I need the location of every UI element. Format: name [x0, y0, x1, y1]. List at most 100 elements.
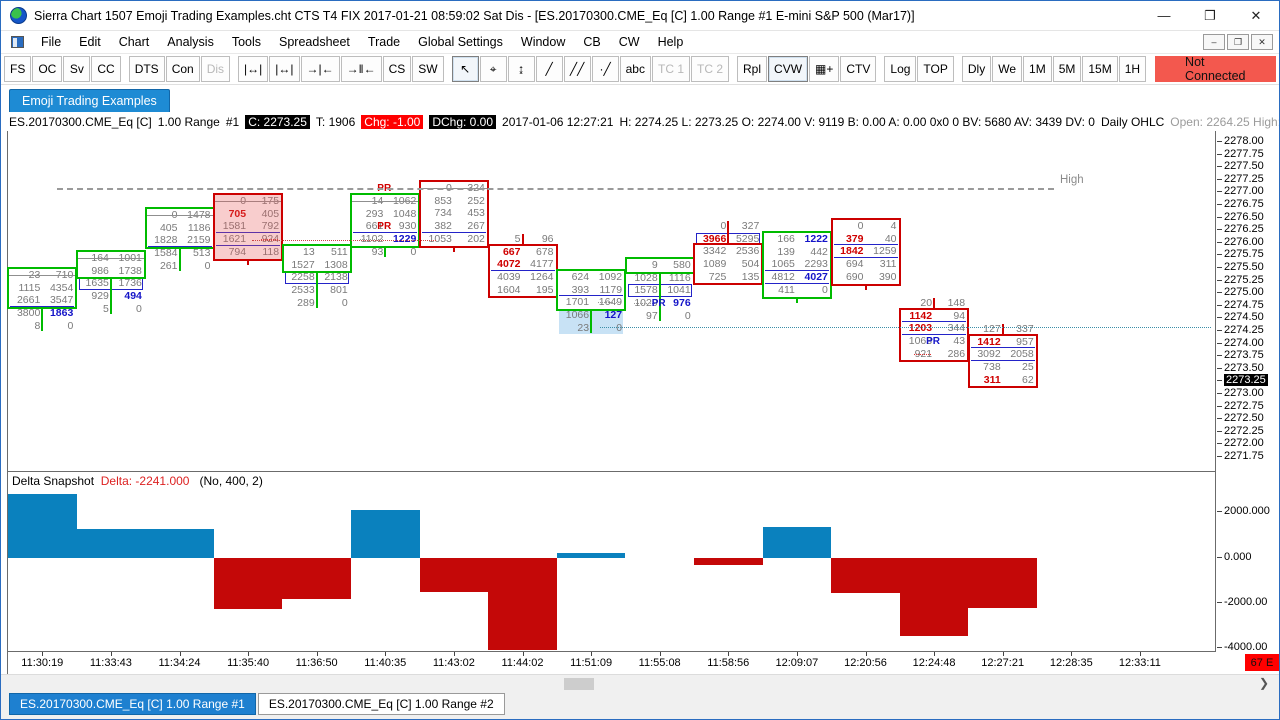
delta-scale-label: -2000.00 — [1224, 596, 1268, 608]
time-label: 12:33:11 — [1118, 657, 1161, 669]
delta-scale-label: 2000.000 — [1224, 505, 1270, 517]
time-tick — [728, 652, 730, 656]
price-tick — [1217, 204, 1222, 205]
time-label: 11:55:08 — [638, 657, 681, 669]
price-tick — [1217, 267, 1222, 268]
price-tick — [1217, 141, 1222, 142]
price-label: 2276.50 — [1224, 210, 1264, 223]
time-tick — [1071, 652, 1073, 656]
time-axis[interactable]: 11:30:19 11:33:43 11:34:24 11:35:40 11:36:50… — [7, 651, 1216, 674]
price-tick — [1217, 178, 1222, 180]
price-tick — [1217, 254, 1222, 256]
price-tick — [1217, 418, 1222, 420]
time-tick — [1139, 652, 1141, 656]
price-tick — [1217, 304, 1222, 306]
price-tick — [1217, 229, 1222, 231]
price-label: 2272.75 — [1224, 399, 1264, 412]
price-label: 2274.75 — [1224, 298, 1264, 311]
time-label: 11:58:56 — [707, 657, 750, 669]
price-label: 2276.75 — [1224, 198, 1264, 210]
price-tick — [1217, 456, 1222, 457]
delta-bar-positive — [762, 526, 832, 558]
price-label: 2272.50 — [1224, 412, 1264, 425]
price-label: 2277.50 — [1224, 160, 1264, 173]
delta-scale-tick — [1217, 602, 1222, 603]
time-label: 12:24:48 — [912, 657, 956, 669]
price-tick — [1217, 216, 1222, 218]
price-tick — [1217, 342, 1222, 344]
price-label: 2271.75 — [1224, 450, 1264, 462]
overflow-count-badge: 67 E — [1245, 654, 1279, 671]
time-label: 12:20:56 — [844, 657, 887, 669]
price-tick — [1217, 355, 1222, 357]
price-label: 2274.25 — [1224, 324, 1264, 336]
price-label: 2274.50 — [1224, 311, 1264, 324]
price-label: 2277.75 — [1224, 147, 1264, 160]
price-tick — [1217, 380, 1222, 382]
time-label: 12:27:21 — [981, 657, 1025, 669]
price-tick — [1217, 317, 1222, 319]
time-label: 11:36:50 — [295, 657, 338, 669]
price-tick — [1217, 393, 1222, 394]
delta-bar-negative — [831, 558, 900, 594]
delta-scale-label: -4000.00 — [1224, 641, 1268, 653]
price-tick — [1217, 279, 1222, 281]
time-tick — [179, 652, 181, 656]
time-tick — [1002, 652, 1004, 656]
price-label: 2272.25 — [1224, 424, 1264, 437]
last-price-label: 2273.25 — [1224, 374, 1268, 387]
time-tick — [659, 652, 661, 656]
time-label: 11:43:02 — [432, 657, 475, 669]
delta-bar-positive — [351, 509, 420, 558]
price-label: 2278.00 — [1224, 135, 1264, 147]
price-tick — [1217, 367, 1222, 369]
delta-scale-tick — [1217, 557, 1222, 558]
horizontal-scrollbar[interactable]: ❯ — [1, 674, 1279, 693]
time-tick — [522, 652, 524, 656]
delta-bar-negative — [282, 558, 351, 599]
time-label: 11:51:09 — [570, 657, 613, 669]
time-tick — [865, 652, 867, 656]
delta-bar-negative — [419, 558, 489, 592]
delta-bar-negative — [694, 558, 763, 565]
chart-tab-1[interactable]: ES.20170300.CME_Eq [C] 1.00 Range #1 — [9, 693, 256, 715]
delta-snapshot-region[interactable]: Delta Snapshot Delta: -2241.000 (No, 400… — [7, 471, 1216, 651]
price-tick — [1217, 430, 1222, 432]
price-label: 2273.50 — [1224, 361, 1264, 374]
delta-scale-tick — [1217, 511, 1222, 512]
time-label: 11:30:19 — [21, 657, 64, 669]
delta-bars-layer — [2, 2, 1279, 719]
time-tick — [591, 652, 593, 656]
price-label: 2273.75 — [1224, 349, 1264, 362]
price-scale[interactable]: 2278.00 2277.75 2277.50 2277.25 2277.00 2276.… — [1217, 131, 1279, 674]
time-tick — [42, 652, 44, 656]
price-label: 2272.00 — [1224, 437, 1264, 450]
time-tick — [110, 652, 112, 656]
time-label: 12:28:35 — [1049, 657, 1093, 669]
price-label: 2274.00 — [1224, 336, 1264, 349]
price-tick — [1217, 443, 1222, 445]
price-tick — [1217, 153, 1222, 155]
price-label: 2277.25 — [1224, 172, 1264, 185]
scrollbar-thumb[interactable] — [564, 678, 594, 690]
delta-bar-negative — [213, 558, 283, 610]
delta-bar-positive — [145, 529, 214, 558]
price-tick — [1217, 330, 1222, 331]
time-tick — [796, 652, 798, 656]
price-tick — [1217, 241, 1222, 243]
time-label: 11:33:43 — [89, 657, 132, 669]
price-tick — [1217, 191, 1222, 193]
price-label: 2275.00 — [1224, 286, 1264, 299]
delta-scale-label: 0.000 — [1224, 551, 1252, 563]
chart-tabs-bar: ES.20170300.CME_Eq [C] 1.00 Range #1 ES.… — [1, 693, 1279, 719]
time-tick — [248, 652, 250, 656]
delta-bar-positive — [76, 529, 146, 558]
time-label: 11:35:40 — [227, 657, 270, 669]
price-label: 2275.75 — [1224, 248, 1264, 261]
price-label: 2276.00 — [1224, 235, 1264, 248]
sierra-chart-window: Sierra Chart 1507 Emoji Trading Examples… — [0, 0, 1280, 720]
scrollbar-right-arrow[interactable]: ❯ — [1259, 676, 1269, 690]
time-tick — [385, 652, 387, 656]
delta-bar-negative — [488, 558, 557, 651]
chart-tab-2[interactable]: ES.20170300.CME_Eq [C] 1.00 Range #2 — [257, 693, 505, 715]
